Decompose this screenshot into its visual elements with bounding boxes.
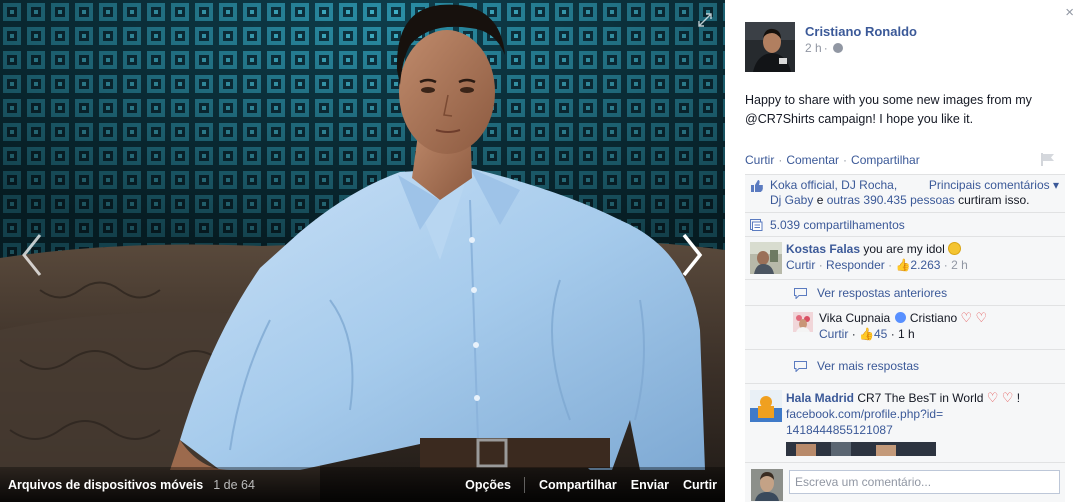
close-button[interactable]: ×	[1065, 4, 1074, 21]
reply-comment: Vika Cupnaia Cristiano ♡ ♡ Curtir · 👍45 …	[745, 306, 1065, 350]
smiley-icon	[948, 242, 962, 255]
likes-suffix: curtiram isso.	[954, 193, 1030, 207]
post-panel: × Cristiano Ronaldo 2 h · Happy to share…	[725, 0, 1084, 502]
separator: ·	[818, 258, 823, 272]
likes-summary: Koka official, DJ Rocha, Principais come…	[745, 175, 1065, 213]
heart-icon: ♡	[986, 390, 999, 405]
comment-exclaim: !	[1013, 391, 1021, 405]
commenter-avatar[interactable]	[750, 242, 782, 274]
globe-icon[interactable]	[832, 43, 843, 53]
reply-text: Cristiano	[906, 311, 961, 325]
thumbs-up-icon	[751, 180, 763, 192]
comment-likes-value: 2.263	[910, 258, 941, 272]
thumbs-up-icon: 👍	[895, 258, 911, 272]
album-name[interactable]: Arquivos de dispositivos móveis	[8, 478, 203, 492]
photo-action-bar: Arquivos de dispositivos móveis 1 de 64 …	[0, 467, 725, 502]
likers-names[interactable]: Koka official, DJ Rocha,	[770, 178, 897, 192]
avatar-image	[745, 22, 795, 72]
profile-link[interactable]: facebook.com/profile.php?id=141844485512…	[786, 406, 946, 438]
commenter-name[interactable]: Hala Madrid	[786, 391, 854, 405]
share-button[interactable]: Compartilhar	[851, 153, 920, 167]
chevron-right-icon	[682, 233, 703, 277]
post-time[interactable]: 2 h	[805, 41, 822, 55]
separator: ·	[778, 153, 783, 167]
photo-counter: 1 de 64	[213, 477, 255, 492]
separator: ·	[943, 258, 948, 272]
post-timestamp: 2 h ·	[805, 41, 843, 55]
shares-count-link[interactable]: 5.039 compartilhamentos	[770, 218, 905, 232]
liker-name[interactable]: Dj Gaby	[770, 193, 813, 207]
heart-icon: ♡	[1001, 390, 1014, 405]
expand-icon	[698, 13, 712, 27]
separator: ·	[888, 258, 893, 272]
comment-text: you are my idol	[860, 242, 949, 256]
post-message: Happy to share with you some new images …	[745, 93, 1032, 126]
heart-icon: ♡	[975, 310, 988, 325]
post-actions: Curtir · Comentar · Compartilhar	[745, 153, 1065, 167]
options-button[interactable]: Opções	[465, 478, 511, 492]
thumbs-up-icon: 👍	[859, 327, 874, 341]
feedback-panel: Koka official, DJ Rocha, Principais come…	[745, 174, 1065, 462]
view-more-replies-label[interactable]: Ver mais respostas	[817, 359, 919, 373]
reply-icon	[794, 288, 807, 299]
author-avatar[interactable]	[745, 22, 795, 72]
reply-like-button[interactable]: Curtir	[819, 327, 848, 341]
fullscreen-button[interactable]	[697, 12, 713, 28]
likes-and: e	[813, 193, 827, 207]
like-photo-button[interactable]: Curtir	[683, 478, 717, 492]
separator: ·	[843, 153, 848, 167]
comment: Hala Madrid CR7 The BesT in World ♡ ♡ ! …	[745, 384, 1065, 462]
view-more-replies[interactable]: Ver mais respostas	[745, 350, 1065, 384]
next-photo-button[interactable]	[676, 232, 706, 278]
view-previous-replies-label[interactable]: Ver respostas anteriores	[817, 286, 947, 300]
like-button[interactable]: Curtir	[745, 153, 774, 167]
divider	[523, 476, 525, 493]
send-photo-button[interactable]: Enviar	[631, 478, 669, 492]
comment-like-button[interactable]: Curtir	[786, 258, 815, 272]
replier-avatar[interactable]	[793, 312, 813, 332]
share-icon	[750, 219, 763, 231]
comment-composer	[745, 462, 1065, 502]
flag-icon[interactable]	[1041, 153, 1055, 166]
attached-image[interactable]	[786, 442, 936, 456]
author-name[interactable]: Cristiano Ronaldo	[805, 24, 917, 39]
commenter-name[interactable]: Kostas Falas	[786, 242, 860, 256]
comment-reply-button[interactable]: Responder	[826, 258, 885, 272]
attached-photo	[786, 442, 936, 456]
reply-likes-value: 45	[873, 327, 888, 341]
reply-time[interactable]: 1 h	[898, 327, 915, 341]
comment-likes-count[interactable]: 👍2.263	[895, 258, 940, 272]
shares-summary: 5.039 compartilhamentos	[745, 213, 1065, 237]
reply-icon	[794, 361, 807, 372]
comment-input[interactable]	[789, 470, 1060, 494]
other-likers-link[interactable]: outras 390.435 pessoas	[827, 193, 955, 207]
comment-text: CR7 The BesT in World	[854, 391, 987, 405]
current-user-avatar	[751, 469, 783, 501]
separator: ·	[851, 327, 856, 341]
commenter-avatar[interactable]	[750, 390, 782, 422]
comment-meta: Curtir · Responder · 👍2.263 · 2 h	[786, 257, 1059, 273]
top-comments-dropdown[interactable]: Principais comentários ▾	[929, 178, 1059, 193]
verified-icon	[894, 312, 906, 323]
replier-name[interactable]: Vika Cupnaia	[819, 311, 890, 325]
comment-time[interactable]: 2 h	[951, 258, 968, 272]
comment: Kostas Falas you are my idol Curtir · Re…	[745, 237, 1065, 280]
reply-likes-count[interactable]: 👍45	[859, 327, 887, 341]
photo	[0, 0, 725, 502]
separator: ·	[890, 327, 895, 341]
previous-photo-button[interactable]	[18, 232, 48, 278]
photo-viewer[interactable]: Arquivos de dispositivos móveis 1 de 64 …	[0, 0, 725, 502]
share-photo-button[interactable]: Compartilhar	[539, 478, 617, 492]
heart-icon: ♡	[960, 310, 973, 325]
separator: ·	[823, 41, 828, 55]
comment-button[interactable]: Comentar	[786, 153, 839, 167]
view-previous-replies[interactable]: Ver respostas anteriores	[745, 280, 1065, 306]
reply-meta: Curtir · 👍45 · 1 h	[819, 326, 1059, 342]
chevron-left-icon	[22, 234, 42, 276]
